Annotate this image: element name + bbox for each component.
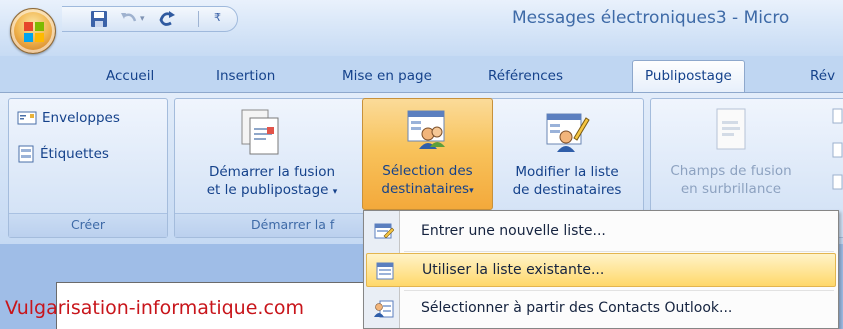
edit-list-icon (546, 113, 590, 152)
save-icon[interactable] (88, 9, 110, 29)
small-field-icons (832, 108, 843, 190)
start-merge-line2: et le publipostage (206, 182, 329, 198)
envelope-icon (17, 111, 37, 125)
edit-list-line2: de destinataires (512, 182, 622, 198)
quick-access-toolbar: ▾ ₹ (62, 6, 238, 32)
document-merge-icon (241, 109, 279, 155)
start-merge-line1: Démarrer la fusion (208, 164, 336, 180)
tab-accueil[interactable]: Accueil (106, 62, 154, 92)
menu-item-label: Entrer une nouvelle liste... (421, 223, 606, 239)
menu-item-label: Utiliser la liste existante... (422, 262, 605, 278)
watermark-text: Vulgarisation-informatique.com (5, 297, 305, 319)
highlight-fields-icon (716, 108, 746, 150)
office-button[interactable] (10, 8, 56, 54)
edit-list-line1: Modifier la liste (515, 164, 619, 180)
chevron-down-icon: ▾ (332, 187, 338, 197)
title-bar: ▾ ₹ Messages électroniques3 - Micro (0, 0, 843, 56)
tab-mise-en-page[interactable]: Mise en page (342, 62, 432, 92)
recipients-list-icon (407, 110, 445, 149)
highlight-merge-fields-button[interactable]: Champs de fusion en surbrillance (651, 99, 811, 211)
menu-separator (404, 251, 834, 252)
menu-item-existing-list[interactable]: Utiliser la liste existante... (366, 253, 836, 287)
tab-publipostage[interactable]: Publipostage (632, 60, 745, 93)
select-recipients-line1: Sélection des (382, 163, 473, 179)
start-merge-button[interactable]: Démarrer la fusion et le publipostage ▾ (186, 100, 358, 212)
new-list-icon (374, 223, 394, 239)
highlight-fields-line1: Champs de fusion (670, 163, 792, 179)
labels-button[interactable]: Étiquettes (17, 143, 109, 165)
select-recipients-menu: Entrer une nouvelle liste... Utiliser la… (363, 210, 839, 329)
group-creer: Enveloppes Étiquettes Créer (8, 98, 168, 238)
edit-recipient-list-button[interactable]: Modifier la liste de destinataires (494, 100, 640, 212)
qat-separator (198, 11, 199, 27)
tab-insertion[interactable]: Insertion (216, 62, 275, 92)
redo-icon[interactable] (156, 9, 178, 29)
undo-icon[interactable] (118, 9, 140, 29)
envelopes-label: Enveloppes (42, 110, 120, 126)
highlight-fields-line2: en surbrillance (680, 181, 782, 197)
menu-item-label: Sélectionner à partir des Contacts Outlo… (421, 300, 733, 316)
tab-references[interactable]: Références (488, 62, 563, 92)
menu-item-outlook-contacts[interactable]: Sélectionner à partir des Contacts Outlo… (366, 292, 836, 326)
office-logo-icon (24, 22, 44, 42)
labels-label: Étiquettes (40, 146, 109, 162)
customize-qat-icon[interactable]: ₹ (214, 9, 236, 29)
labels-icon (18, 145, 34, 163)
group-creer-label: Créer (9, 213, 167, 237)
window-title: Messages électroniques3 - Micro (512, 8, 790, 28)
existing-list-icon (376, 262, 394, 280)
select-recipients-button[interactable]: Sélection des destinataires▾ (362, 98, 493, 210)
outlook-contacts-icon (374, 300, 394, 318)
select-recipients-line2: destinataires (381, 181, 470, 197)
tab-revision[interactable]: Rév (810, 62, 835, 92)
menu-item-new-list[interactable]: Entrer une nouvelle liste... (366, 215, 836, 249)
menu-separator (404, 290, 834, 291)
chevron-down-icon: ▾ (469, 186, 474, 196)
envelopes-button[interactable]: Enveloppes (17, 107, 120, 129)
